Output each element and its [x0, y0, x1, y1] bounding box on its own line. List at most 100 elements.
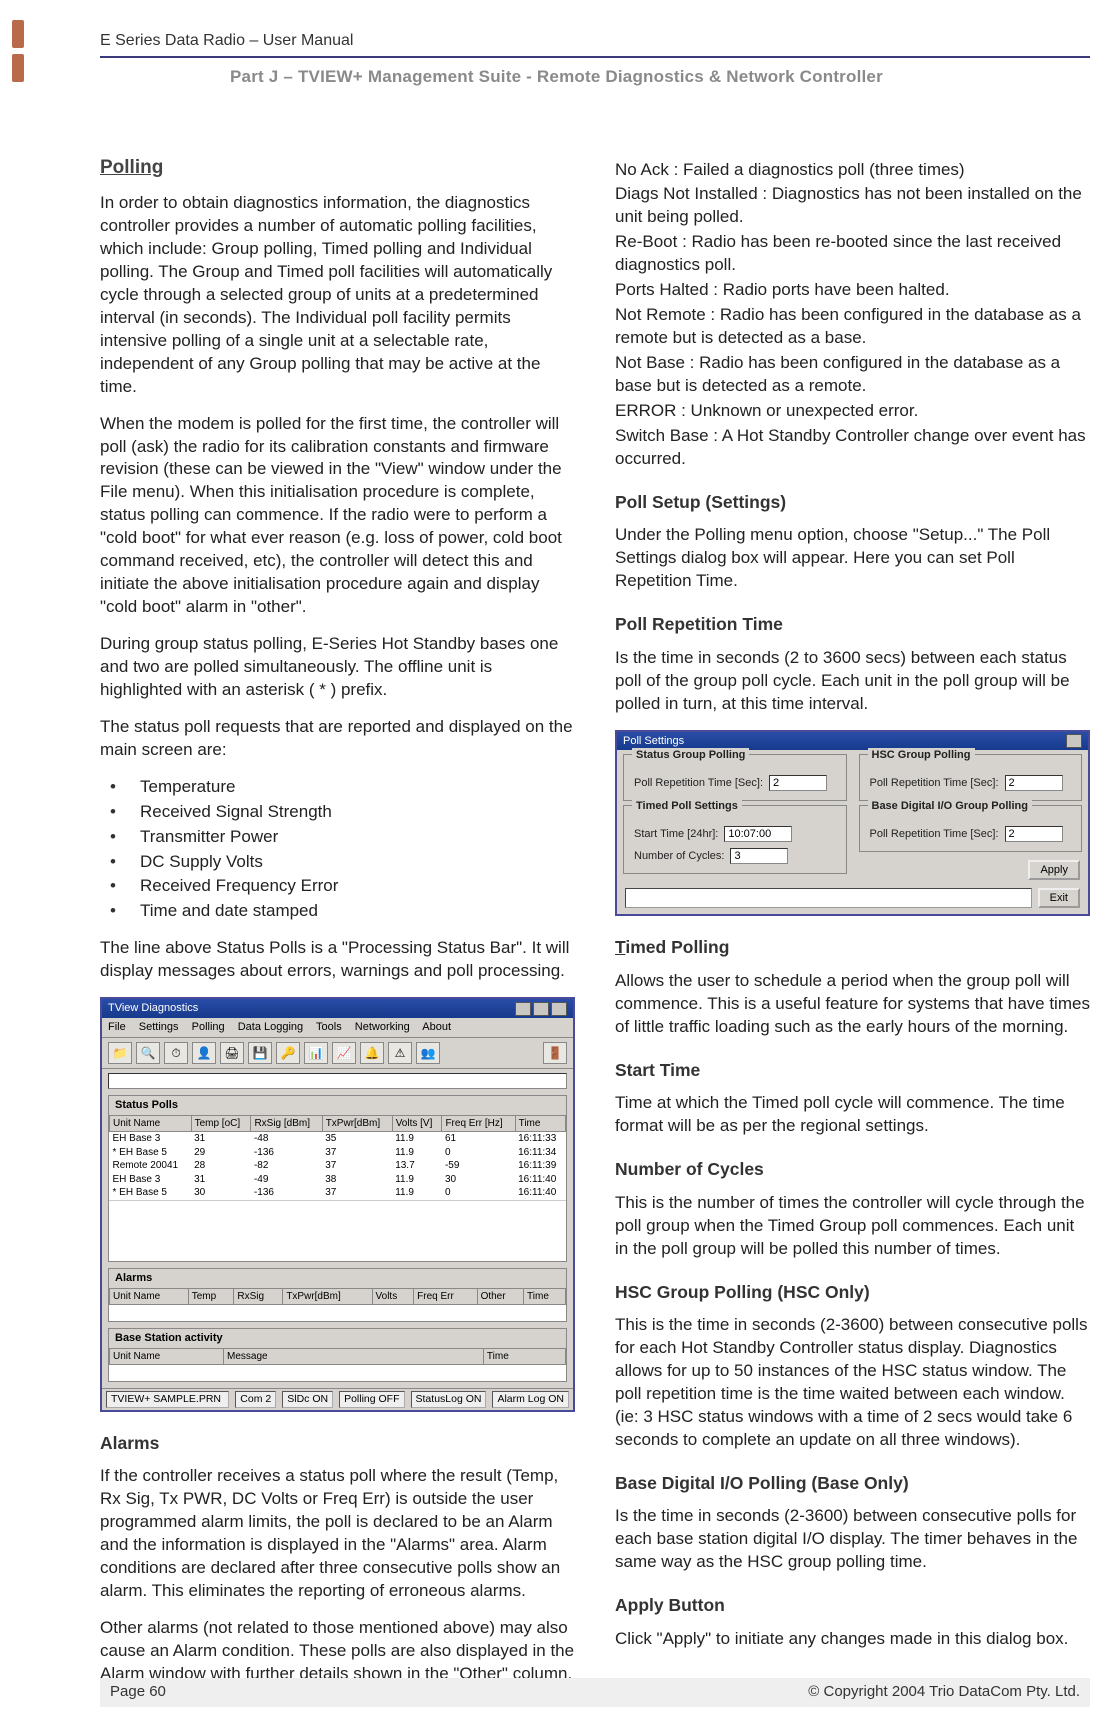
col-header[interactable]: Unit Name	[110, 1348, 224, 1365]
table-cell: * EH Base 5	[110, 1186, 192, 1200]
tview-diagnostics-window: TView Diagnostics File Settings Polling …	[100, 997, 575, 1411]
col-header[interactable]: Freq Err [Hz]	[442, 1115, 515, 1132]
col-header[interactable]: TxPwr[dBm]	[283, 1288, 372, 1305]
toolbar-button[interactable]: 💾	[248, 1042, 272, 1064]
table-cell: 31	[191, 1132, 251, 1146]
window-title: TView Diagnostics	[108, 1001, 198, 1016]
menu-item[interactable]: Settings	[139, 1021, 179, 1033]
group-title: HSC Group Polling	[868, 748, 975, 763]
menu-item[interactable]: Networking	[355, 1021, 410, 1033]
start-time-input[interactable]	[724, 826, 792, 842]
paragraph: Time at which the Timed poll cycle will …	[615, 1092, 1090, 1138]
menu-item[interactable]: Tools	[316, 1021, 342, 1033]
table-cell: 16:11:34	[515, 1146, 565, 1160]
col-header[interactable]: Message	[224, 1348, 484, 1365]
col-header[interactable]: RxSig	[234, 1288, 283, 1305]
toolbar-button[interactable]: 👥	[416, 1042, 440, 1064]
toolbar-button[interactable]: 🔔	[360, 1042, 384, 1064]
status-filename: TVIEW+ SAMPLE.PRN	[106, 1391, 229, 1407]
heading-poll-repetition: Poll Repetition Time	[615, 613, 1090, 637]
poll-repetition-input[interactable]	[769, 775, 827, 791]
menu-item[interactable]: About	[422, 1021, 451, 1033]
list-item: Received Frequency Error	[100, 875, 575, 898]
col-header[interactable]: TxPwr[dBm]	[322, 1115, 392, 1132]
exit-button[interactable]: Exit	[1038, 888, 1080, 908]
table-cell: Remote 20041	[110, 1159, 192, 1173]
table-row[interactable]: EH Base 331-483511.96116:11:33	[110, 1132, 566, 1146]
toolbar-button[interactable]: 🚪	[543, 1042, 567, 1064]
part-line: Part J – TVIEW+ Management Suite - Remot…	[230, 66, 1090, 89]
toolbar-button[interactable]: ⏱	[164, 1042, 188, 1064]
cycles-input[interactable]	[730, 848, 788, 864]
toolbar-button[interactable]: 🔑	[276, 1042, 300, 1064]
heading-hsc-group: HSC Group Polling (HSC Only)	[615, 1281, 1090, 1305]
col-header[interactable]: Temp	[188, 1288, 234, 1305]
toolbar-button[interactable]: 👤	[192, 1042, 216, 1064]
col-header[interactable]: Volts	[372, 1288, 414, 1305]
toolbar-button[interactable]: 📊	[304, 1042, 328, 1064]
statusbar: TVIEW+ SAMPLE.PRN Com 2 SlDc ON Polling …	[102, 1388, 573, 1409]
table-row[interactable]: * EH Base 530-1363711.9016:11:40	[110, 1186, 566, 1200]
panel-title: Alarms	[109, 1269, 566, 1288]
field-label: Number of Cycles:	[634, 849, 724, 864]
table-cell: 37	[322, 1186, 392, 1200]
dialog-close[interactable]	[1066, 734, 1082, 748]
col-header[interactable]: Unit Name	[110, 1115, 192, 1132]
toolbar-button[interactable]: ⚠	[388, 1042, 412, 1064]
col-header[interactable]: Time	[515, 1115, 565, 1132]
toolbar-button[interactable]: 🖨	[220, 1042, 244, 1064]
table-cell: 11.9	[392, 1132, 442, 1146]
col-header[interactable]: Volts [V]	[392, 1115, 442, 1132]
field-label: Poll Repetition Time [Sec]:	[634, 776, 763, 791]
table-row[interactable]: EH Base 331-493811.93016:11:40	[110, 1173, 566, 1187]
col-header[interactable]: Freq Err	[414, 1288, 477, 1305]
header-rule	[100, 56, 1090, 58]
menu-item[interactable]: File	[108, 1021, 126, 1033]
col-header[interactable]: Time	[483, 1348, 565, 1365]
paragraph: Allows the user to schedule a period whe…	[615, 970, 1090, 1039]
menu-item[interactable]: Polling	[192, 1021, 225, 1033]
group-bdio-polling: Base Digital I/O Group Polling Poll Repe…	[859, 805, 1083, 852]
table-cell: 28	[191, 1159, 251, 1173]
paragraph: This is the number of times the controll…	[615, 1192, 1090, 1261]
col-header[interactable]: Temp [oC]	[191, 1115, 251, 1132]
table-cell: -49	[251, 1173, 322, 1187]
panel-title: Base Station activity	[109, 1329, 566, 1348]
toolbar-button[interactable]: 📈	[332, 1042, 356, 1064]
menu-item[interactable]: Data Logging	[238, 1021, 303, 1033]
list-item: Transmitter Power	[100, 826, 575, 849]
paragraph: Not Remote : Radio has been configured i…	[615, 304, 1090, 350]
table-cell: 37	[322, 1159, 392, 1173]
table-cell: 16:11:40	[515, 1173, 565, 1187]
table-row[interactable]: Remote 2004128-823713.7-5916:11:39	[110, 1159, 566, 1173]
group-title: Base Digital I/O Group Polling	[868, 799, 1032, 814]
apply-button[interactable]: Apply	[1028, 860, 1080, 880]
table-cell: -136	[251, 1146, 322, 1160]
window-controls	[515, 1002, 567, 1016]
table-cell: 38	[322, 1173, 392, 1187]
bdio-repetition-input[interactable]	[1005, 826, 1063, 842]
decorative-side-bars	[12, 20, 24, 82]
heading-number-cycles: Number of Cycles	[615, 1158, 1090, 1182]
col-header[interactable]: RxSig [dBm]	[251, 1115, 322, 1132]
col-header[interactable]: Other	[477, 1288, 523, 1305]
toolbar-button[interactable]: 🔍	[136, 1042, 160, 1064]
status-sldc: SlDc ON	[282, 1391, 333, 1407]
col-header[interactable]: Time	[524, 1288, 566, 1305]
group-title: Timed Poll Settings	[632, 799, 742, 814]
group-status-polling: Status Group Polling Poll Repetition Tim…	[623, 754, 847, 801]
list-item: Temperature	[100, 776, 575, 799]
table-cell: 30	[191, 1186, 251, 1200]
table-cell: 16:11:33	[515, 1132, 565, 1146]
table-row[interactable]: * EH Base 529-1363711.9016:11:34	[110, 1146, 566, 1160]
toolbar-button[interactable]: 📁	[108, 1042, 132, 1064]
menubar: File Settings Polling Data Logging Tools…	[102, 1018, 573, 1038]
col-header[interactable]: Unit Name	[110, 1288, 189, 1305]
dialog-title: Poll Settings	[623, 734, 684, 749]
bullet-list: Temperature Received Signal Strength Tra…	[100, 776, 575, 924]
field-label: Start Time [24hr]:	[634, 827, 718, 842]
table-cell: 29	[191, 1146, 251, 1160]
hsc-repetition-input[interactable]	[1005, 775, 1063, 791]
table-cell: -48	[251, 1132, 322, 1146]
header-title: E Series Data Radio – User Manual	[100, 30, 1090, 52]
